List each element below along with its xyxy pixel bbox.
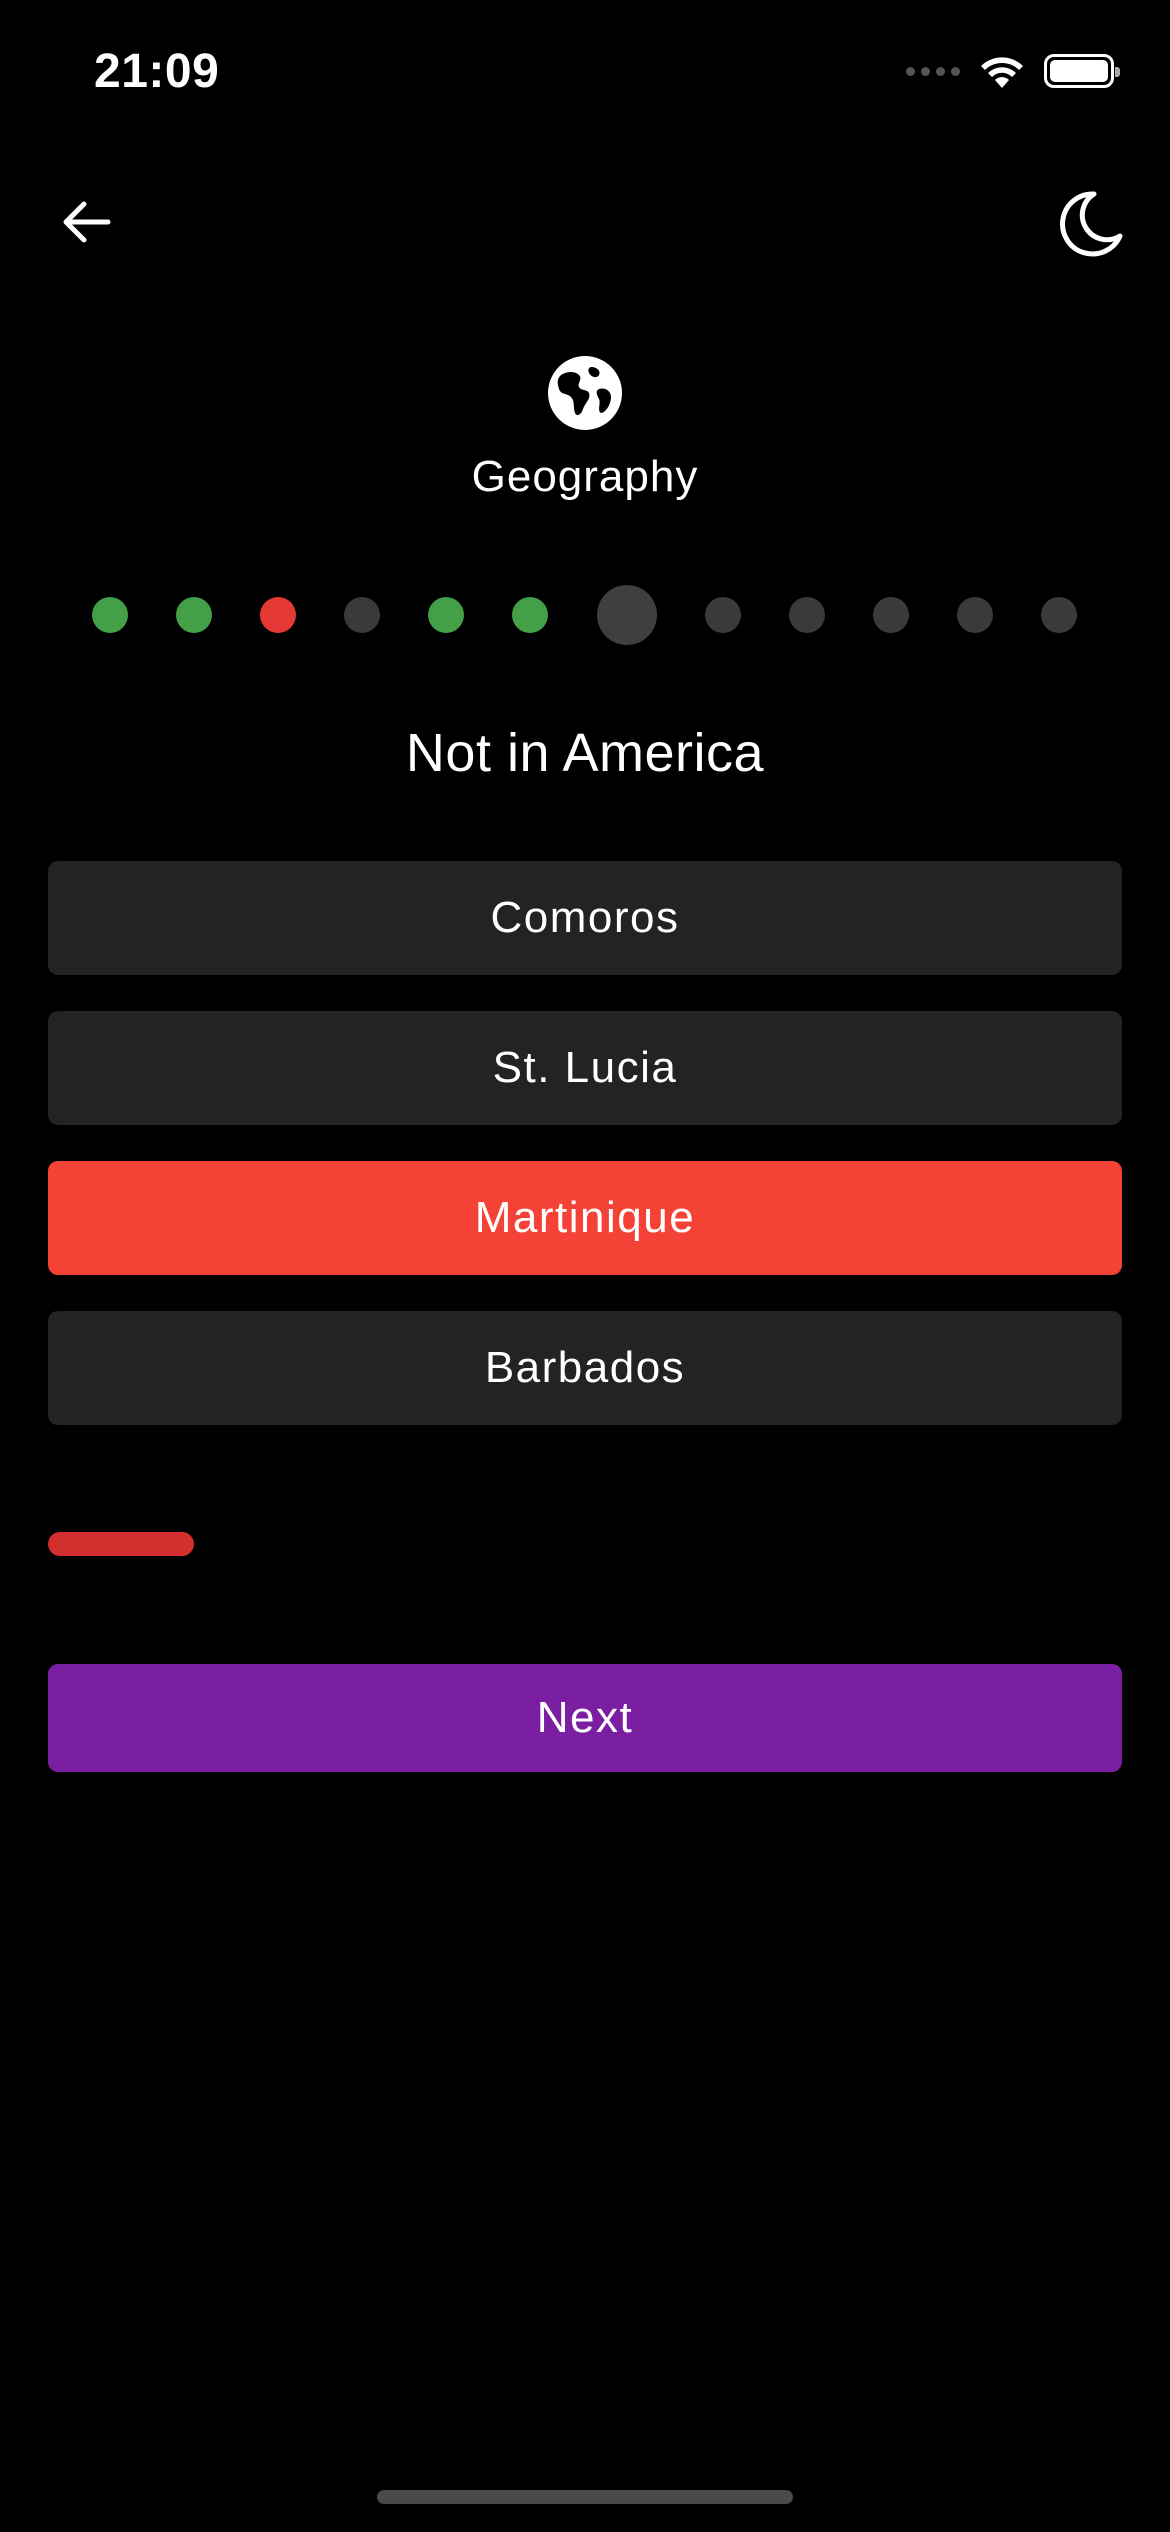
- answer-option[interactable]: Comoros: [48, 861, 1122, 975]
- progress-dot-correct: [176, 597, 212, 633]
- progress-dot-unanswered: [789, 597, 825, 633]
- moon-icon: [1060, 191, 1123, 257]
- progress-dot-correct: [92, 597, 128, 633]
- progress-dot-unanswered: [873, 597, 909, 633]
- answer-option[interactable]: Barbados: [48, 1311, 1122, 1425]
- timer-bar-fill: [48, 1532, 195, 1556]
- timer-bar: [48, 1532, 1122, 1556]
- next-button[interactable]: Next: [48, 1664, 1122, 1772]
- battery-icon: [1044, 54, 1120, 88]
- progress-dot-correct: [512, 597, 548, 633]
- category-title: Geography: [471, 452, 699, 501]
- progress-dot-unanswered: [705, 597, 741, 633]
- status-icons: [906, 52, 1120, 90]
- answer-option-wrong[interactable]: Martinique: [48, 1161, 1122, 1275]
- globe-icon: [548, 356, 622, 430]
- question-text: Not in America: [405, 723, 765, 783]
- back-button[interactable]: [56, 192, 116, 252]
- quiz-screen: 21:09 Geography Not in America Comoros S…: [0, 0, 1170, 2532]
- wifi-icon: [981, 57, 1023, 88]
- theme-toggle-button[interactable]: [1054, 188, 1126, 260]
- progress-dot-unanswered: [344, 597, 380, 633]
- progress-dot-unanswered: [957, 597, 993, 633]
- arrow-left-icon: [63, 201, 111, 243]
- answer-option[interactable]: St. Lucia: [48, 1011, 1122, 1125]
- status-time: 21:09: [94, 45, 220, 98]
- home-indicator: [377, 2490, 793, 2504]
- cellular-signal-icon: [906, 66, 960, 76]
- progress-dot-wrong: [260, 597, 296, 633]
- progress-dot-correct: [428, 597, 464, 633]
- progress-dot-current: [597, 585, 657, 645]
- progress-dot-unanswered: [1041, 597, 1077, 633]
- question-progress: [0, 585, 1170, 645]
